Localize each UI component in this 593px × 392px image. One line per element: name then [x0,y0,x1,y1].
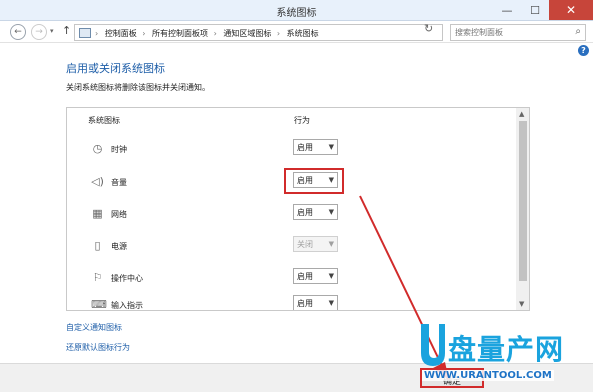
item-name: 电源 [111,242,127,251]
scroll-up-arrow-icon[interactable]: ▲ [519,110,524,118]
chevron-down-icon: ▼ [328,240,334,248]
help-icon[interactable]: ? [578,45,589,56]
behavior-select-action-center[interactable]: 启用 ▼ [293,268,338,284]
restore-default-icon-behaviors-link[interactable]: 还原默认图标行为 [66,342,130,353]
scrollbar-thumb[interactable] [519,121,527,281]
behavior-select-clock[interactable]: 启用 ▼ [293,139,338,155]
vertical-scrollbar[interactable]: ▲ ▼ [516,108,529,310]
list-item-power: ▯ 电源 关闭 ▼ [67,235,517,259]
system-icons-list: 系统图标 行为 ◷ 时钟 启用 ▼ ◁) 音量 启用 ▼ ▦ 网络 启用 ▼ ▯… [66,107,530,311]
behavior-select-power: 关闭 ▼ [293,236,338,252]
breadcrumb-separator: › [142,29,146,38]
breadcrumb-item[interactable]: 控制面板 [105,29,137,38]
behavior-select-network[interactable]: 启用 ▼ [293,204,338,220]
recent-locations-chevron-icon[interactable]: ▾ [50,27,54,35]
breadcrumb-item[interactable]: 所有控制面板项 [152,29,208,38]
network-icon: ▦ [92,207,103,220]
breadcrumb-separator: › [95,29,99,38]
item-name: 音量 [111,178,127,187]
list-item-network: ▦ 网络 启用 ▼ [67,203,517,227]
power-icon: ▯ [94,239,101,252]
scroll-down-arrow-icon[interactable]: ▼ [519,300,524,308]
select-value: 启用 [297,299,313,308]
title-bar: 系统图标 — ☐ ✕ [0,0,593,21]
item-name: 输入指示 [111,301,143,310]
watermark: 盘量产网 WWW.URANTOOL.COM [418,322,590,390]
keyboard-icon: ⌨ [91,298,107,311]
chevron-down-icon: ▼ [328,143,334,151]
watermark-url: WWW.URANTOOL.COM [422,370,554,381]
maximize-button[interactable]: ☐ [521,0,549,20]
select-value: 启用 [297,208,313,217]
item-name: 时钟 [111,145,127,154]
address-bar: ← → ▾ ↑ › 控制面板 › 所有控制面板项 › 通知区域图标 › 系统图标… [0,21,593,43]
chevron-down-icon: ▼ [328,299,334,307]
flag-icon: ⚐ [92,271,103,284]
up-button[interactable]: ↑ [62,24,71,37]
speaker-icon: ◁) [91,175,104,188]
annotation-highlight-box [284,168,344,194]
breadcrumb[interactable]: › 控制面板 › 所有控制面板项 › 通知区域图标 › 系统图标 ▾ [74,24,488,41]
search-input[interactable] [455,27,567,38]
u-disk-logo-icon [421,324,445,366]
item-name: 操作中心 [111,274,143,283]
breadcrumb-item[interactable]: 系统图标 [287,29,319,38]
chevron-down-icon: ▼ [328,272,334,280]
breadcrumb-separator: › [276,29,281,38]
watermark-brand: 盘量产网 [448,333,565,366]
close-button[interactable]: ✕ [549,0,593,20]
item-name: 网络 [111,210,127,219]
minimize-button[interactable]: — [493,0,521,20]
customize-notification-icons-link[interactable]: 自定义通知图标 [66,322,122,333]
breadcrumb-items: › 控制面板 › 所有控制面板项 › 通知区域图标 › 系统图标 [95,28,322,39]
control-panel-icon [79,28,91,38]
refresh-button[interactable]: ↻ [424,22,433,35]
page-description: 关闭系统图标将删除该图标并关闭通知。 [66,83,210,92]
breadcrumb-item[interactable]: 通知区域图标 [223,29,271,38]
select-value: 关闭 [297,240,313,249]
select-value: 启用 [297,143,313,152]
page-title: 启用或关闭系统图标 [66,62,165,75]
select-value: 启用 [297,272,313,281]
search-icon[interactable]: ⌕ [575,26,581,37]
forward-button[interactable]: → [31,24,47,40]
list-item-action-center: ⚐ 操作中心 启用 ▼ [67,267,517,291]
list-item-input-indicator: ⌨ 输入指示 启用 ▼ [67,294,517,311]
column-header-system-icons: 系统图标 [88,116,120,125]
search-box[interactable]: ⌕ [450,24,586,41]
chevron-down-icon: ▼ [328,208,334,216]
list-item-clock: ◷ 时钟 启用 ▼ [67,138,517,162]
back-button[interactable]: ← [10,24,26,40]
breadcrumb-separator: › [213,29,217,38]
behavior-select-input-indicator[interactable]: 启用 ▼ [293,295,338,310]
clock-icon: ◷ [92,142,103,155]
column-header-behavior: 行为 [294,116,310,125]
